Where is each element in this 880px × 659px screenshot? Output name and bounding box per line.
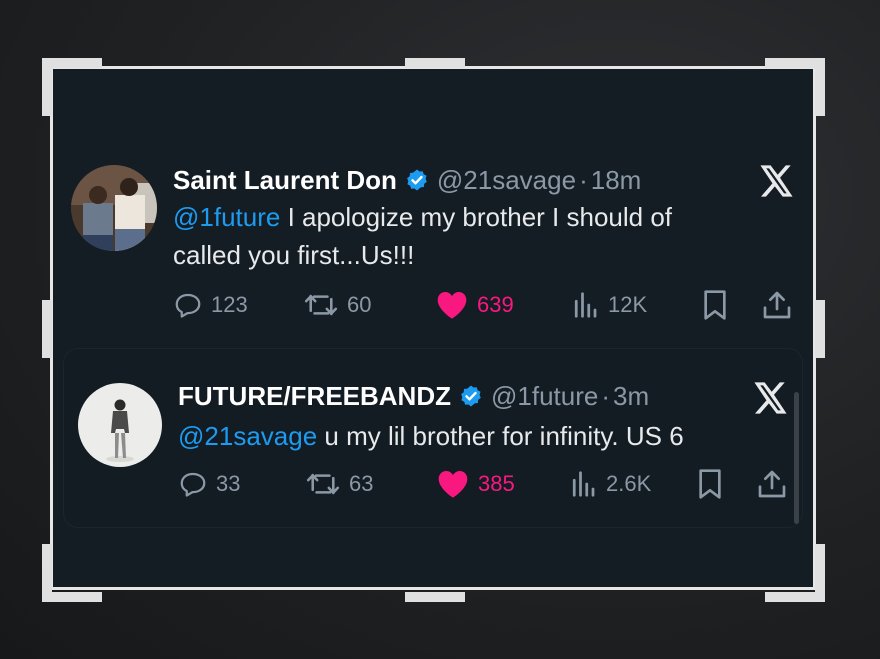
tweet-text-line2: called you first...Us!!!: [173, 240, 415, 270]
views-icon: [572, 471, 595, 497]
tweet-text-line1: I apologize my brother I should of: [280, 202, 673, 232]
display-name[interactable]: FUTURE/FREEBANDZ: [178, 381, 451, 412]
tweet-text: @21savage u my lil brother for infinity.…: [178, 417, 768, 455]
tweet-time[interactable]: 3m: [613, 381, 649, 412]
views-count: 2.6K: [606, 471, 652, 496]
views-count: 12K: [608, 292, 648, 317]
scrollbar[interactable]: [794, 392, 799, 524]
retweet-icon: [304, 294, 338, 316]
bookmark-icon: [704, 290, 726, 320]
share-button[interactable]: [761, 285, 801, 325]
avatar[interactable]: [78, 383, 162, 467]
tweet-text-body: u my lil brother for infinity. US 6: [317, 421, 684, 451]
bookmark-button[interactable]: [701, 285, 737, 325]
reply-count: 33: [216, 471, 241, 496]
crop-handle-top-mid[interactable]: [405, 58, 465, 68]
crop-handle-bottom-right-v[interactable]: [815, 544, 825, 602]
heart-icon: [438, 471, 468, 498]
retweet-button[interactable]: 60: [303, 285, 371, 325]
mention-link[interactable]: @21savage: [178, 421, 317, 451]
like-button[interactable]: 639: [435, 285, 514, 325]
views-button[interactable]: 12K: [570, 285, 647, 325]
crop-handle-mid-right[interactable]: [815, 300, 825, 358]
reply-button[interactable]: 33: [178, 464, 240, 504]
like-button[interactable]: 385: [436, 464, 515, 504]
heart-icon: [437, 292, 467, 319]
tweet-actions: 33 63 385 2.6K: [178, 464, 793, 504]
tweet-actions: 123 60 639 12K: [173, 285, 793, 325]
retweet-count: 60: [347, 292, 372, 317]
retweet-count: 63: [349, 471, 374, 496]
views-icon: [574, 292, 597, 318]
views-button[interactable]: 2.6K: [568, 464, 651, 504]
bookmark-icon: [699, 469, 721, 499]
avatar[interactable]: [71, 165, 157, 251]
bookmark-button[interactable]: [696, 464, 732, 504]
reply-button[interactable]: 123: [173, 285, 248, 325]
reply-icon: [175, 293, 201, 318]
verified-badge-icon: [459, 384, 483, 408]
reply-count: 123: [211, 292, 248, 317]
verified-badge-icon: [405, 168, 429, 192]
crop-handle-bottom-left-v[interactable]: [42, 544, 52, 602]
user-handle[interactable]: @1future: [491, 381, 598, 412]
like-count: 385: [478, 471, 515, 496]
tweet-text: @1future I apologize my brother I should…: [173, 198, 763, 274]
share-button[interactable]: [756, 464, 796, 504]
display-name[interactable]: Saint Laurent Don: [173, 165, 397, 196]
separator-dot: ·: [601, 380, 611, 411]
like-count: 639: [477, 292, 514, 317]
tweet-time[interactable]: 18m: [591, 165, 642, 196]
x-logo-icon: [754, 382, 788, 419]
share-icon: [758, 470, 786, 498]
share-icon: [763, 291, 791, 319]
crop-handle-top-left-v[interactable]: [42, 58, 52, 116]
separator-dot: ·: [579, 164, 588, 195]
crop-handle-top-right-v[interactable]: [815, 58, 825, 116]
crop-handle-bottom-mid[interactable]: [405, 592, 465, 602]
retweet-icon: [306, 473, 340, 495]
x-logo-icon: [760, 165, 794, 202]
mention-link[interactable]: @1future: [173, 202, 280, 232]
retweet-button[interactable]: 63: [305, 464, 373, 504]
user-handle[interactable]: @21savage: [437, 165, 576, 196]
crop-handle-mid-left[interactable]: [42, 300, 52, 358]
reply-icon: [180, 472, 206, 497]
